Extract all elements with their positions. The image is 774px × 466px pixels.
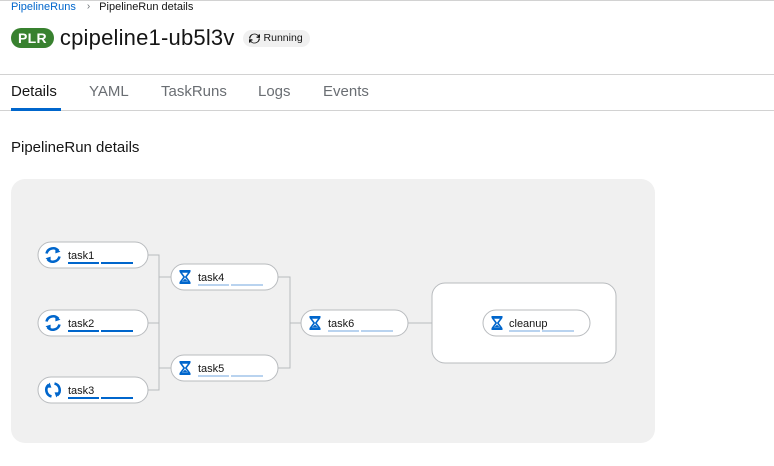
active-tab-indicator — [11, 108, 61, 111]
edge-task4-task6 — [278, 276, 301, 324]
section-title: PipelineRun details — [11, 139, 140, 156]
tab-taskruns[interactable]: TaskRuns — [161, 83, 227, 100]
breadcrumb: PipelineRuns › PipelineRun details — [11, 0, 193, 14]
task-label: task5 — [198, 363, 224, 375]
edge-task3-task5 — [148, 368, 160, 391]
page-title: cpipeline1-ub5l3v — [59, 25, 235, 50]
task-node-task1[interactable]: task1 — [37, 241, 149, 269]
tab-bar: Details YAML TaskRuns Logs Events — [0, 74, 774, 111]
task-label: task2 — [68, 318, 94, 330]
task-label: task4 — [198, 272, 224, 284]
task-status-bar — [231, 284, 263, 286]
task-status-bar — [68, 262, 99, 264]
task-status-bar — [509, 330, 540, 332]
task-status-bar — [198, 284, 229, 286]
status-text: Running — [263, 32, 303, 44]
pipeline-graph: task1 task2 task3 task4 task5 task6 clea… — [11, 179, 655, 443]
task-node-cleanup[interactable]: cleanup — [482, 309, 591, 337]
task-status-bar — [101, 330, 133, 332]
tab-yaml[interactable]: YAML — [89, 83, 129, 100]
tab-logs[interactable]: Logs — [258, 83, 291, 100]
task-label: task1 — [68, 250, 94, 262]
pipeline-graph-canvas: task1 task2 task3 task4 task5 task6 clea… — [37, 241, 617, 404]
task-label: task6 — [328, 318, 354, 330]
sync-icon — [41, 378, 65, 402]
task-status-bar — [361, 330, 393, 332]
task-status-bar — [68, 330, 99, 332]
tab-events[interactable]: Events — [323, 83, 369, 100]
sync-icon — [41, 311, 65, 335]
task-status-bar — [198, 375, 229, 377]
task-status-bar — [231, 375, 263, 377]
sync-icon — [248, 33, 260, 43]
breadcrumb-pipelineruns-link[interactable]: PipelineRuns — [11, 0, 76, 14]
breadcrumb-current: PipelineRun details — [99, 1, 194, 13]
tab-details[interactable]: Details — [11, 83, 57, 100]
task-node-task6[interactable]: task6 — [300, 309, 409, 337]
task-label: cleanup — [509, 318, 548, 330]
task-label: task3 — [68, 385, 94, 397]
task-status-bar — [542, 330, 574, 332]
chevron-right-icon: › — [86, 1, 91, 12]
task-status-bar — [68, 397, 99, 399]
edge-task1-task5 — [158, 277, 171, 369]
resource-type-badge: PLR — [11, 28, 54, 48]
status-badge: Running — [242, 29, 310, 47]
task-status-bar — [101, 262, 133, 264]
task-node-task3[interactable]: task3 — [37, 376, 149, 404]
task-node-task5[interactable]: task5 — [170, 354, 279, 382]
edge-task1-task4 — [148, 254, 171, 278]
sync-icon — [41, 243, 65, 267]
page-title-row: PLR cpipeline1-ub5l3v Running — [11, 24, 310, 52]
task-node-task2[interactable]: task2 — [37, 309, 149, 337]
task-status-bar — [101, 397, 133, 399]
task-status-bar — [328, 330, 359, 332]
task-node-task4[interactable]: task4 — [170, 263, 279, 291]
edge-task5-task6 — [278, 323, 291, 369]
